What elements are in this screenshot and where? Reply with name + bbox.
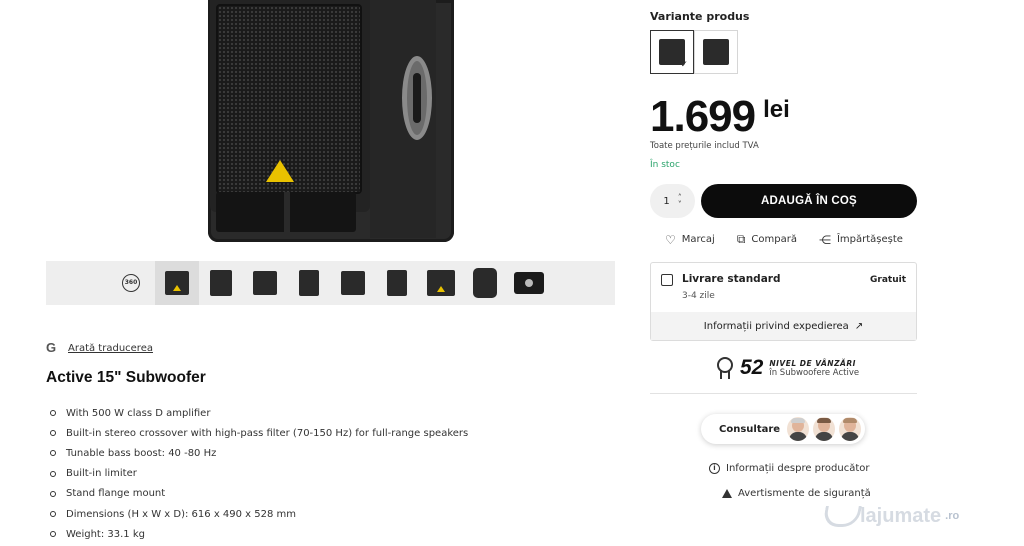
stock-status: În stoc bbox=[650, 160, 680, 170]
quantity-value: 1 bbox=[663, 195, 670, 207]
mark-button[interactable]: ♡ Marcaj bbox=[665, 232, 715, 247]
heart-logo-icon bbox=[822, 504, 856, 528]
producer-info-label: Informații despre producător bbox=[726, 463, 870, 474]
producer-info-link[interactable]: i Informații despre producător bbox=[709, 463, 870, 474]
show-translation-link[interactable]: Arată traducerea bbox=[68, 343, 153, 354]
product-actions: ♡ Marcaj ⧉ Compară ⋲ Împărtășește bbox=[665, 232, 925, 247]
shipping-days: 3-4 zile bbox=[682, 291, 715, 301]
product-main-image[interactable] bbox=[190, 0, 470, 250]
vat-note: Toate prețurile includ TVA bbox=[650, 141, 759, 151]
compare-icon: ⧉ bbox=[736, 232, 746, 246]
chevron-up-down-icon: ˄ ˅ bbox=[677, 193, 682, 209]
thumbnail-6[interactable] bbox=[375, 261, 419, 305]
thumbnail-1[interactable] bbox=[155, 261, 199, 305]
heart-icon: ♡ bbox=[665, 232, 676, 247]
add-to-cart-button[interactable]: ADAUGĂ ÎN COȘ bbox=[701, 184, 917, 218]
avatar bbox=[839, 417, 861, 441]
list-item: Weight: 33.1 kg bbox=[50, 524, 468, 544]
bullet-icon bbox=[50, 470, 56, 477]
rank-number: 52 bbox=[740, 356, 764, 379]
safety-warnings-link[interactable]: Avertismente de siguranță bbox=[722, 488, 871, 499]
consult-label: Consultare bbox=[719, 423, 781, 435]
list-item: With 500 W class D amplifier bbox=[50, 403, 468, 423]
award-icon bbox=[716, 357, 734, 379]
thumbnail-strip: 360 bbox=[46, 261, 615, 305]
shipping-standard: Livrare standard 3-4 zile Gratuit bbox=[651, 263, 916, 312]
thumbnail-7[interactable] bbox=[419, 261, 463, 305]
variant-option-1[interactable]: ✓ bbox=[650, 30, 694, 74]
thumbnail-3[interactable] bbox=[243, 261, 287, 305]
share-button[interactable]: ⋲ Împărtășește bbox=[819, 232, 903, 247]
price-value: 1.699 bbox=[650, 92, 756, 141]
rank-category: în Subwoofere Active bbox=[769, 367, 860, 378]
info-icon: i bbox=[709, 463, 720, 474]
safety-warnings-label: Avertismente de siguranță bbox=[738, 488, 871, 499]
check-icon: ✓ bbox=[680, 60, 688, 70]
thumbnail-5[interactable] bbox=[331, 261, 375, 305]
mark-label: Marcaj bbox=[681, 234, 715, 245]
share-icon: ⋲ bbox=[818, 232, 831, 247]
list-item: Dimensions (H x W x D): 616 x 490 x 528 … bbox=[50, 504, 468, 524]
thumbnail-4[interactable] bbox=[287, 261, 331, 305]
avatar bbox=[813, 417, 835, 441]
warning-icon bbox=[722, 489, 732, 498]
price-currency: lei bbox=[763, 96, 790, 123]
list-item: Tunable bass boost: 40 -80 Hz bbox=[50, 443, 468, 463]
compare-label: Compară bbox=[751, 234, 797, 245]
translate-row: G Arată traducerea bbox=[46, 341, 153, 355]
variant-option-2[interactable] bbox=[694, 30, 738, 74]
subwoofer-handle bbox=[402, 56, 432, 140]
list-item: Stand flange mount bbox=[50, 484, 468, 504]
brand-logo-icon bbox=[266, 160, 294, 182]
google-g-icon: G bbox=[46, 340, 57, 355]
rank-text: NIVEL DE VÂNZĂRI în Subwoofere Active bbox=[769, 359, 859, 378]
shipping-title: Livrare standard bbox=[682, 273, 781, 285]
avatar bbox=[787, 417, 809, 441]
thumbnail-2[interactable] bbox=[199, 261, 243, 305]
list-item: Built-in stereo crossover with high-pass… bbox=[50, 423, 468, 443]
watermark-tld: .ro bbox=[945, 510, 960, 522]
feature-list: With 500 W class D amplifier Built-in st… bbox=[50, 403, 468, 544]
subwoofer-bass-port bbox=[216, 192, 356, 232]
view-360-icon[interactable]: 360 bbox=[122, 274, 140, 292]
sales-rank: 52 NIVEL DE VÂNZĂRI în Subwoofere Active bbox=[716, 356, 859, 380]
bullet-icon bbox=[50, 490, 56, 497]
package-icon bbox=[661, 274, 673, 286]
bullet-icon bbox=[50, 430, 56, 437]
variant-selector: ✓ bbox=[650, 30, 738, 74]
variant-thumbnail bbox=[703, 39, 729, 65]
thumbnail-9[interactable] bbox=[507, 261, 551, 305]
shipping-info-label: Informații privind expedierea bbox=[703, 320, 849, 332]
bullet-icon bbox=[50, 531, 56, 538]
divider bbox=[650, 393, 917, 394]
description-title: Active 15" Subwoofer bbox=[46, 369, 206, 386]
watermark-brand: lajumate bbox=[860, 504, 942, 527]
thumbnail-8[interactable] bbox=[463, 261, 507, 305]
compare-button[interactable]: ⧉ Compară bbox=[737, 232, 797, 247]
bullet-icon bbox=[50, 410, 56, 417]
quantity-selector[interactable]: 1 ˄ ˅ bbox=[650, 184, 695, 218]
lajumate-watermark: lajumate .ro bbox=[822, 504, 959, 528]
bullet-icon bbox=[50, 511, 56, 518]
subwoofer-front bbox=[210, 0, 370, 212]
rank-heading: NIVEL DE VÂNZĂRI bbox=[769, 358, 856, 368]
price: 1.699 lei bbox=[650, 93, 790, 141]
variants-label: Variante produs bbox=[650, 10, 750, 23]
shipping-info-link[interactable]: Informații privind expedierea ↗ bbox=[651, 312, 916, 340]
consult-button[interactable]: Consultare bbox=[701, 414, 865, 444]
arrow-up-right-icon: ↗ bbox=[854, 320, 864, 332]
list-item: Built-in limiter bbox=[50, 464, 468, 484]
shipping-price: Gratuit bbox=[870, 275, 906, 285]
bullet-icon bbox=[50, 450, 56, 457]
share-label: Împărtășește bbox=[836, 234, 903, 245]
shipping-box: Livrare standard 3-4 zile Gratuit Inform… bbox=[650, 262, 917, 341]
